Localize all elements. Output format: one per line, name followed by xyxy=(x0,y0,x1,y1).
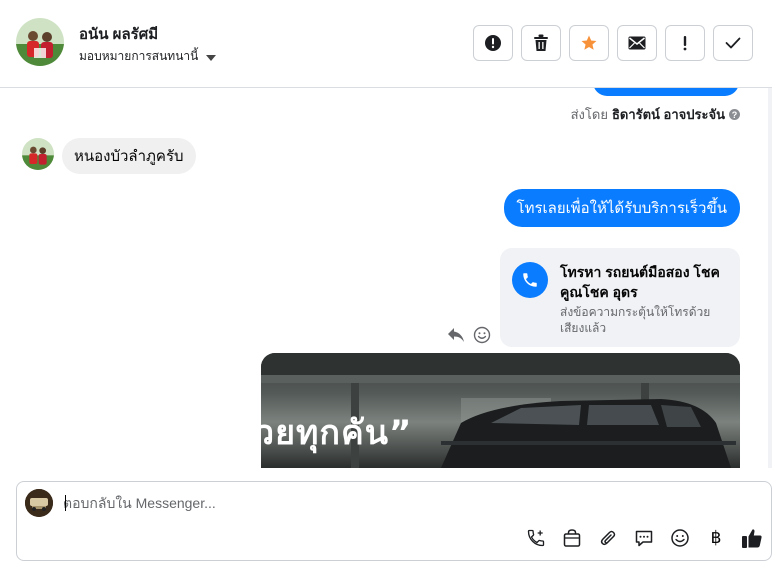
ad-image-text: วยทุกคัน” xyxy=(261,413,413,453)
sent-by-name: ธิดารัตน์ อาจประจัน xyxy=(611,107,725,122)
contact-name: อนัน ผลรัศมี xyxy=(79,26,159,43)
spam-button[interactable] xyxy=(473,25,513,61)
sent-by-prefix: ส่งโดย xyxy=(570,107,608,122)
help-icon[interactable]: ? xyxy=(729,109,740,120)
envelope-icon xyxy=(628,36,646,50)
message-thread[interactable]: ส่งโดย ธิดารัตน์ อาจประจัน ? หนองบัวลำภู… xyxy=(0,88,768,468)
phone-plus-icon xyxy=(527,529,545,547)
call-card-title: โทรหา รถยนต์มือสอง โชคคูณโชค อุดร xyxy=(560,264,720,300)
caret-down-icon xyxy=(206,54,217,61)
follow-up-button[interactable] xyxy=(665,25,705,61)
chat-bubble-icon xyxy=(635,530,653,547)
thumbs-up-icon xyxy=(742,529,762,548)
baht-icon: ฿ xyxy=(710,528,722,548)
like-button[interactable] xyxy=(741,527,763,549)
incoming-message-bubble[interactable]: หนองบัวลำภูครับ xyxy=(62,138,196,174)
reply-input[interactable] xyxy=(63,491,703,515)
emoji-icon xyxy=(671,529,689,547)
message-actions xyxy=(447,326,491,344)
reply-composer: ฿ xyxy=(16,481,772,561)
exclamation-icon xyxy=(683,36,687,51)
composer-toolbar: ฿ xyxy=(525,527,763,549)
check-icon xyxy=(725,37,741,49)
delete-button[interactable] xyxy=(521,25,561,61)
mark-done-button[interactable] xyxy=(713,25,753,61)
page-avatar xyxy=(25,489,53,517)
trash-icon xyxy=(534,34,548,51)
outgoing-message-bubble[interactable]: โทรเลยเพื่อให้ได้รับบริการเร็วขึ้น xyxy=(503,189,740,227)
outgoing-message-bubble-partial[interactable] xyxy=(593,88,739,96)
assign-label: มอบหมายการสนทนานี้ xyxy=(79,49,199,63)
contact-avatar-small xyxy=(22,138,54,170)
conversation-toolbar xyxy=(473,25,753,61)
emoji-button[interactable] xyxy=(669,527,691,549)
mark-unread-button[interactable] xyxy=(617,25,657,61)
assign-conversation-dropdown[interactable]: มอบหมายการสนทนานี้ xyxy=(79,47,217,66)
ad-image-attachment[interactable]: วยทุกคัน” xyxy=(261,353,740,468)
star-icon xyxy=(581,35,597,50)
attach-file-button[interactable] xyxy=(597,527,619,549)
conversation-header: อนัน ผลรัศมี มอบหมายการสนทนานี้ xyxy=(0,0,772,88)
payment-button[interactable]: ฿ xyxy=(705,527,727,549)
call-request-button[interactable] xyxy=(525,527,547,549)
shop-button[interactable] xyxy=(561,527,583,549)
call-card-subtitle: ส่งข้อความกระตุ้นให้โทรด้วยเสียงแล้ว xyxy=(560,305,711,335)
shopping-bag-icon xyxy=(563,529,581,547)
message-scrollbar[interactable] xyxy=(768,88,772,468)
phone-icon xyxy=(512,262,548,298)
sent-by-label: ส่งโดย ธิดารัตน์ อาจประจัน ? xyxy=(571,104,740,125)
alert-circle-icon xyxy=(485,35,501,51)
star-button[interactable] xyxy=(569,25,609,61)
contact-avatar[interactable] xyxy=(16,18,64,66)
reply-icon[interactable] xyxy=(447,327,465,343)
saved-replies-button[interactable] xyxy=(633,527,655,549)
text-cursor xyxy=(65,495,66,511)
call-request-card[interactable]: โทรหา รถยนต์มือสอง โชคคูณโชค อุดร ส่งข้อ… xyxy=(500,248,740,347)
react-emoji-icon[interactable] xyxy=(473,326,491,344)
paperclip-icon xyxy=(600,530,616,546)
